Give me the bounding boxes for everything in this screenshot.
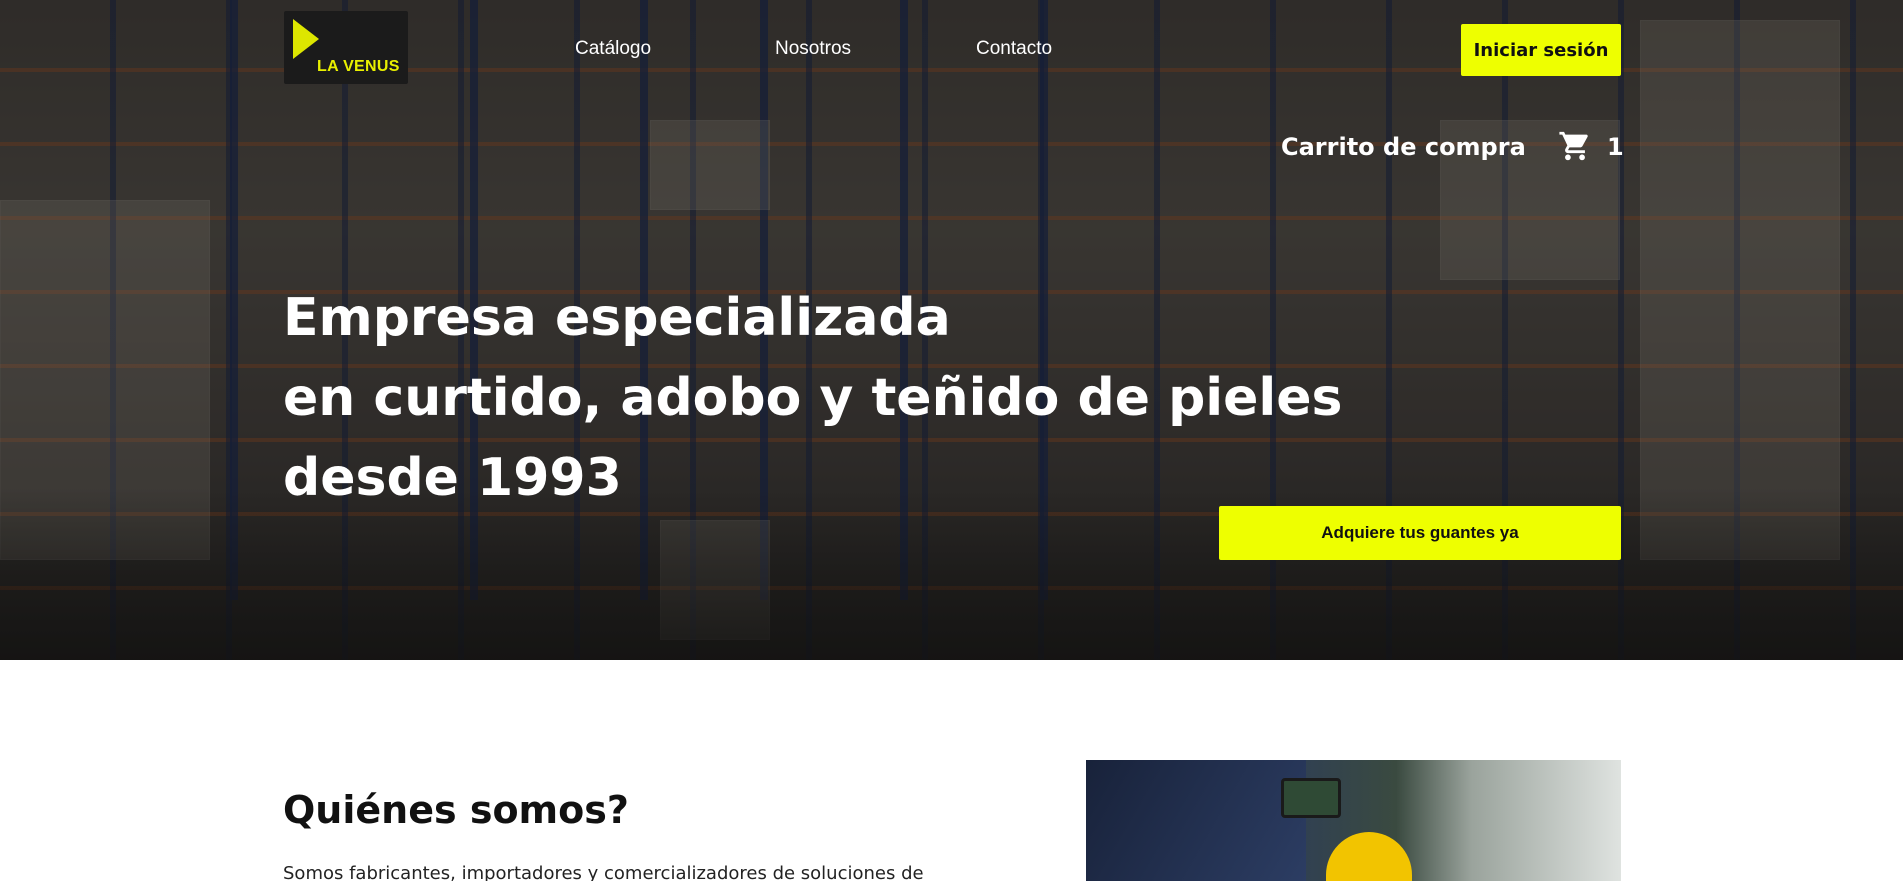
shopping-cart-icon[interactable] [1558, 129, 1592, 163]
hero-section: LA VENUS Catálogo Nosotros Contacto Inic… [0, 0, 1903, 660]
cart-count-badge: 1 [1607, 133, 1624, 161]
about-image [1086, 760, 1621, 881]
hero-title: Empresa especializada en curtido, adobo … [283, 278, 1383, 518]
login-button[interactable]: Iniciar sesión [1461, 24, 1621, 76]
cart-label[interactable]: Carrito de compra [1281, 133, 1526, 161]
hero-title-line: desde 1993 [283, 448, 622, 508]
logo[interactable]: LA VENUS [284, 11, 408, 84]
buy-gloves-cta-button[interactable]: Adquiere tus guantes ya [1219, 506, 1621, 560]
hard-hat-shape [1326, 832, 1412, 881]
worker-arm-shape [1086, 760, 1306, 881]
nav-link-catalogo[interactable]: Catálogo [575, 38, 651, 60]
about-text: Somos fabricantes, importadores y comerc… [283, 863, 924, 881]
nav-link-nosotros[interactable]: Nosotros [775, 38, 851, 60]
logo-text: LA VENUS [317, 58, 400, 75]
logo-mark-icon [293, 19, 319, 59]
hero-title-line: en curtido, adobo y teñido de pieles [283, 368, 1343, 428]
hero-title-line: Empresa especializada [283, 288, 951, 348]
nav-link-contacto[interactable]: Contacto [976, 38, 1052, 60]
machine-shape [1281, 778, 1341, 818]
about-title: Quiénes somos? [283, 788, 629, 832]
